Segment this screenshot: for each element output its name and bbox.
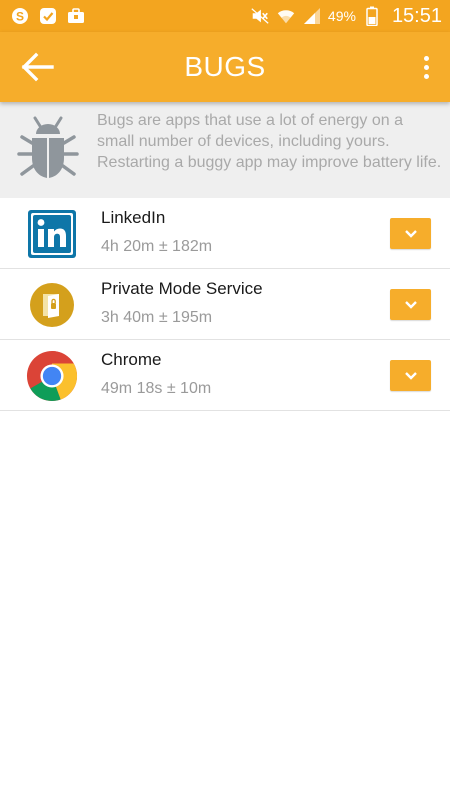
list-item[interactable]: Chrome 49m 18s ± 10m bbox=[0, 340, 450, 411]
bug-app-list: LinkedIn 4h 20m ± 182m Private Mode Serv… bbox=[0, 198, 450, 411]
battery-icon bbox=[362, 6, 382, 26]
briefcase-icon bbox=[66, 6, 86, 26]
list-item[interactable]: Private Mode Service 3h 40m ± 195m bbox=[0, 269, 450, 340]
expand-button[interactable] bbox=[390, 218, 431, 249]
bug-icon bbox=[17, 116, 79, 178]
app-drain-detail: 4h 20m ± 182m bbox=[101, 238, 213, 255]
app-drain-detail: 3h 40m ± 195m bbox=[101, 309, 213, 326]
status-bar-notifications: S bbox=[10, 6, 86, 26]
check-icon bbox=[38, 6, 58, 26]
linkedin-icon bbox=[26, 208, 78, 260]
back-button[interactable] bbox=[18, 49, 56, 85]
chevron-down-icon bbox=[404, 300, 417, 309]
wifi-icon bbox=[276, 6, 296, 26]
more-vertical-icon-dot bbox=[423, 64, 429, 70]
app-name: Chrome bbox=[101, 350, 162, 369]
skype-icon: S bbox=[10, 6, 30, 26]
app-name: LinkedIn bbox=[101, 208, 166, 227]
status-bar-system: 49% 15:51 bbox=[250, 5, 442, 28]
expand-button[interactable] bbox=[390, 289, 431, 320]
info-text: Bugs are apps that use a lot of energy o… bbox=[97, 112, 442, 171]
list-item[interactable]: LinkedIn 4h 20m ± 182m bbox=[0, 198, 450, 269]
chevron-down-icon bbox=[404, 371, 417, 380]
page-title: BUGS bbox=[184, 51, 266, 82]
more-options-button[interactable] bbox=[416, 52, 436, 82]
chrome-icon bbox=[26, 350, 78, 402]
more-vertical-icon bbox=[423, 55, 429, 61]
battery-percent: 49% bbox=[327, 8, 356, 24]
signal-icon bbox=[302, 6, 322, 26]
arrow-left-icon bbox=[21, 52, 54, 82]
app-drain-detail: 49m 18s ± 10m bbox=[101, 380, 212, 397]
svg-text:S: S bbox=[16, 10, 24, 24]
clock: 15:51 bbox=[391, 4, 442, 27]
app-name: Private Mode Service bbox=[101, 279, 263, 298]
expand-button[interactable] bbox=[390, 360, 431, 391]
chevron-down-icon bbox=[404, 229, 417, 238]
mute-icon bbox=[250, 6, 270, 26]
app-bar: BUGS bbox=[0, 32, 450, 102]
private-mode-icon bbox=[26, 279, 78, 331]
status-bar: S 49% 15:51 bbox=[0, 0, 450, 32]
more-vertical-icon-dot bbox=[423, 73, 429, 79]
info-banner: Bugs are apps that use a lot of energy o… bbox=[0, 102, 450, 198]
